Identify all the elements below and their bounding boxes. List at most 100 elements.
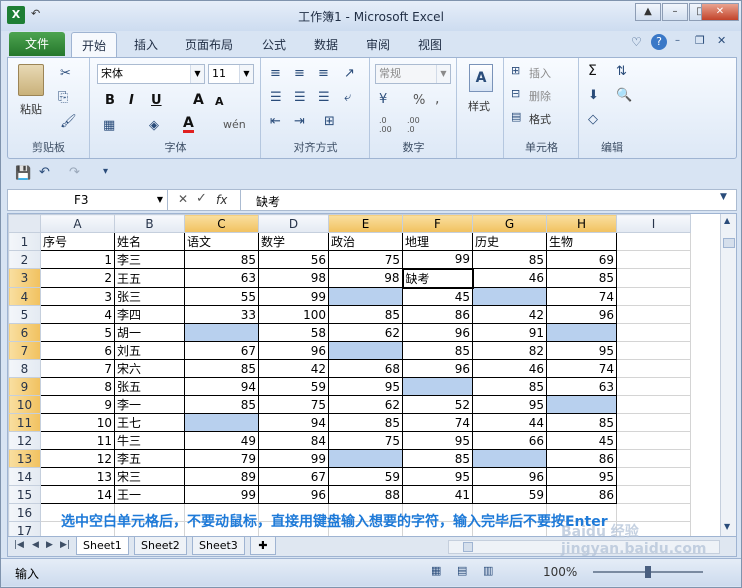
cell-a2[interactable]: 1 <box>40 250 115 269</box>
insert-function-button[interactable]: fx <box>216 193 227 207</box>
cell-a7[interactable]: 6 <box>40 341 115 360</box>
hscroll-thumb[interactable] <box>463 542 473 552</box>
next-sheet-icon[interactable]: ▶ <box>46 540 53 550</box>
cell-i15[interactable] <box>616 485 691 504</box>
cell-d14[interactable]: 67 <box>258 467 329 486</box>
cell-c13[interactable]: 79 <box>184 449 259 468</box>
cell-i3[interactable] <box>616 268 691 288</box>
comma-button[interactable]: , <box>435 91 439 107</box>
cell-e14[interactable]: 59 <box>328 467 403 486</box>
align-bottom-icon[interactable]: ≡ <box>318 66 329 81</box>
cell-g8[interactable]: 46 <box>472 359 547 378</box>
column-header-g[interactable]: G <box>472 214 547 233</box>
number-format-select[interactable]: 常规 ▼ <box>375 64 451 84</box>
cell-d9[interactable]: 59 <box>258 377 329 396</box>
cell-g2[interactable]: 85 <box>472 250 547 269</box>
cell-h12[interactable]: 45 <box>546 431 617 450</box>
formula-input[interactable]: 缺考 <box>256 193 280 210</box>
decrease-indent-icon[interactable]: ⇤ <box>270 114 281 129</box>
shrink-font-button[interactable]: A <box>215 95 224 108</box>
cell-e12[interactable]: 75 <box>328 431 403 450</box>
insert-sheet-icon[interactable]: ✚ <box>250 537 276 555</box>
cell-c14[interactable]: 89 <box>184 467 259 486</box>
borders-icon[interactable]: ▦ <box>103 118 115 133</box>
tab-file[interactable]: 文件 <box>9 32 65 56</box>
row-header[interactable]: 2 <box>8 250 41 269</box>
merge-center-icon[interactable]: ⊞ <box>324 114 335 129</box>
font-name-select[interactable]: 宋体 ▼ <box>97 64 205 84</box>
cell-f5[interactable]: 86 <box>402 305 473 324</box>
scroll-thumb[interactable] <box>723 238 735 248</box>
minimize-button[interactable]: – <box>662 3 688 21</box>
format-cells-button[interactable]: 格式 <box>529 111 551 127</box>
increase-indent-icon[interactable]: ⇥ <box>294 114 305 129</box>
cell-f15[interactable]: 41 <box>402 485 473 504</box>
cell-b15[interactable]: 王一 <box>114 485 185 504</box>
cell-i4[interactable] <box>616 287 691 306</box>
cell-a6[interactable]: 5 <box>40 323 115 342</box>
autosum-button[interactable]: Σ <box>588 63 597 79</box>
cell-d8[interactable]: 42 <box>258 359 329 378</box>
sort-filter-icon[interactable]: ⇅ <box>616 64 627 79</box>
clear-icon[interactable]: ◇ <box>588 112 598 127</box>
column-header-d[interactable]: D <box>258 214 329 233</box>
zoom-slider-thumb[interactable] <box>645 566 651 578</box>
cell-b1[interactable]: 姓名 <box>114 232 185 251</box>
customize-qat-icon[interactable]: ▾ <box>103 166 108 177</box>
cell-a9[interactable]: 8 <box>40 377 115 396</box>
cell-h4[interactable]: 74 <box>546 287 617 306</box>
row-header[interactable]: 11 <box>8 413 41 432</box>
italic-button[interactable]: I <box>129 93 134 108</box>
cell-d13[interactable]: 99 <box>258 449 329 468</box>
fill-color-icon[interactable]: ◈ <box>149 118 159 133</box>
doc-close-icon[interactable]: ✕ <box>717 34 726 47</box>
cell-b9[interactable]: 张五 <box>114 377 185 396</box>
cell-i11[interactable] <box>616 413 691 432</box>
decrease-decimal-button[interactable]: .00 .0 <box>407 116 429 134</box>
cell-d1[interactable]: 数学 <box>258 232 329 251</box>
cell-e4[interactable] <box>328 287 403 306</box>
cell-h13[interactable]: 86 <box>546 449 617 468</box>
orientation-icon[interactable]: ↗ <box>344 66 355 81</box>
cell-i14[interactable] <box>616 467 691 486</box>
cell-c9[interactable]: 94 <box>184 377 259 396</box>
cell-g15[interactable]: 59 <box>472 485 547 504</box>
cell-f1[interactable]: 地理 <box>402 232 473 251</box>
cell-d10[interactable]: 75 <box>258 395 329 414</box>
row-header[interactable]: 16 <box>8 503 41 522</box>
underline-button[interactable]: U <box>151 93 162 108</box>
cell-c4[interactable]: 55 <box>184 287 259 306</box>
column-header-c[interactable]: C <box>184 214 259 233</box>
cell-c7[interactable]: 67 <box>184 341 259 360</box>
wrap-text-icon[interactable]: ⤶ <box>344 90 351 105</box>
cell-b2[interactable]: 李三 <box>114 250 185 269</box>
cell-h15[interactable]: 86 <box>546 485 617 504</box>
cell-b7[interactable]: 刘五 <box>114 341 185 360</box>
cell-a4[interactable]: 3 <box>40 287 115 306</box>
cell-f2[interactable]: 99 <box>402 250 473 269</box>
cell-i16[interactable] <box>616 503 691 522</box>
find-select-icon[interactable]: 🔍 <box>616 88 632 103</box>
tab-view[interactable]: 视图 <box>418 36 442 53</box>
cell-d12[interactable]: 84 <box>258 431 329 450</box>
cell-i7[interactable] <box>616 341 691 360</box>
cell-h3[interactable]: 85 <box>546 268 617 288</box>
cell-h2[interactable]: 69 <box>546 250 617 269</box>
currency-icon[interactable]: ¥ <box>379 92 387 107</box>
column-header-a[interactable]: A <box>40 214 115 233</box>
row-header[interactable]: 6 <box>8 323 41 342</box>
vertical-scrollbar[interactable]: ▲ ▼ <box>720 214 736 536</box>
cell-b8[interactable]: 宋六 <box>114 359 185 378</box>
row-header[interactable]: 10 <box>8 395 41 414</box>
copy-icon[interactable]: ⎘ <box>58 90 68 105</box>
cell-c11[interactable] <box>184 413 259 432</box>
cell-c2[interactable]: 85 <box>184 250 259 269</box>
name-box[interactable]: F3 ▼ <box>8 190 168 210</box>
cell-c6[interactable] <box>184 323 259 342</box>
row-header[interactable]: 5 <box>8 305 41 324</box>
row-header[interactable]: 12 <box>8 431 41 450</box>
cell-g12[interactable]: 66 <box>472 431 547 450</box>
tab-review[interactable]: 审阅 <box>366 36 390 53</box>
cell-d6[interactable]: 58 <box>258 323 329 342</box>
align-top-icon[interactable]: ≡ <box>270 66 281 81</box>
